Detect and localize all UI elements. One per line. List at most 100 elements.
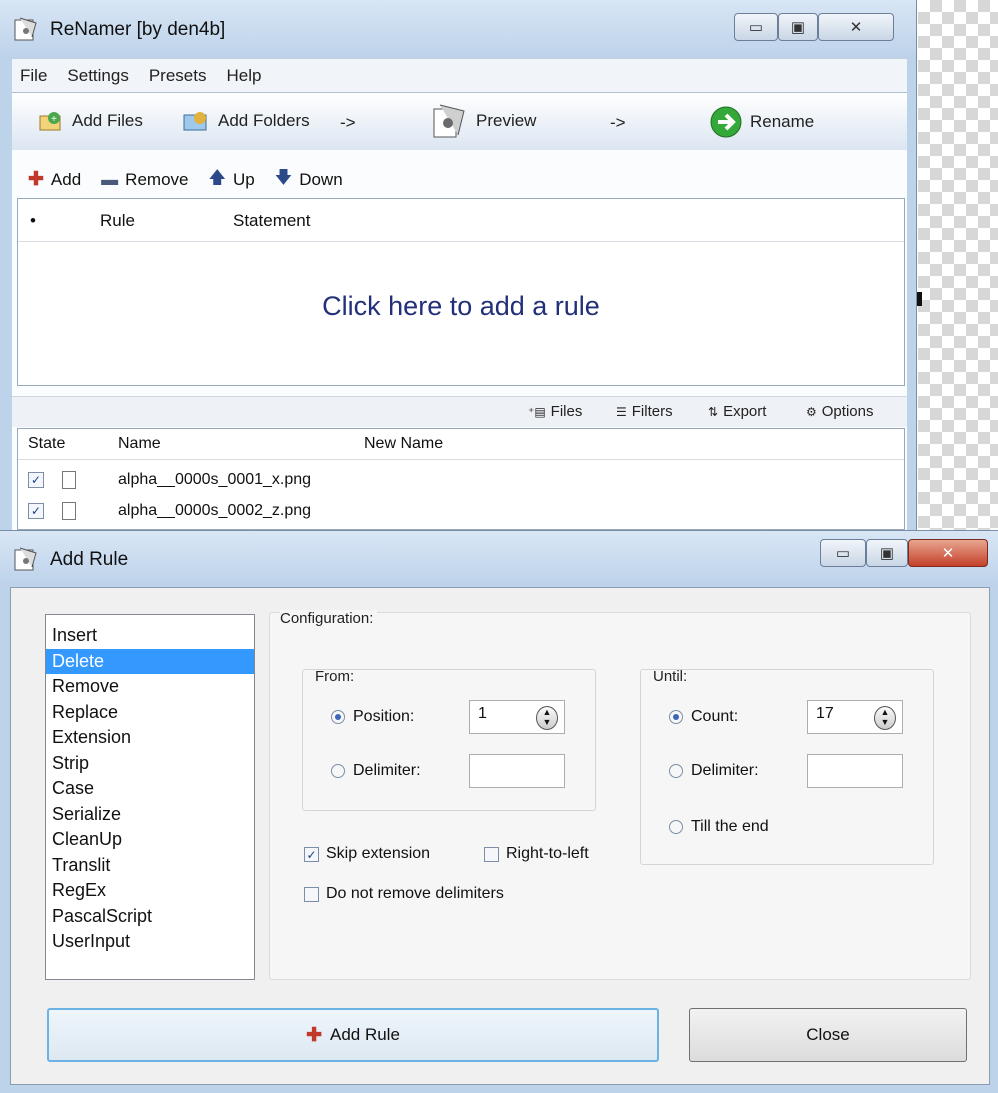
until-delimiter-label: Delimiter: — [691, 762, 759, 779]
file-checkbox[interactable]: ✓ — [28, 472, 44, 488]
main-window-title: ReNamer [by den4b] — [50, 19, 226, 40]
until-delimiter-input[interactable] — [807, 754, 903, 788]
rules-col-statement[interactable]: Statement — [233, 211, 311, 231]
file-icon — [62, 502, 76, 520]
rule-option-pascalscript[interactable]: PascalScript — [46, 904, 254, 930]
files-col-name[interactable]: Name — [118, 435, 161, 453]
close-window-button[interactable]: ✕ — [818, 13, 894, 41]
files-tab[interactable]: ⁺▤ Files — [528, 403, 582, 420]
menu-file[interactable]: File — [12, 66, 59, 86]
files-table: State Name New Name ✓ alpha__0000s_0001_… — [17, 428, 905, 530]
dialog-minimize-button[interactable]: ▭ — [820, 539, 866, 567]
remove-rule-link-label: Remove — [125, 169, 189, 189]
rule-toolbar: ✚ Add ▬ Remove 🡅 Up 🡇 Down — [28, 165, 343, 194]
menu-help[interactable]: Help — [218, 66, 273, 86]
rule-option-replace[interactable]: Replace — [46, 700, 254, 726]
add-folders-label: Add Folders — [218, 111, 310, 130]
rule-option-remove[interactable]: Remove — [46, 674, 254, 700]
preview-icon — [433, 104, 465, 138]
arrow-up-icon: 🡅 — [208, 168, 226, 187]
rule-option-serialize[interactable]: Serialize — [46, 802, 254, 828]
files-icon: ⁺▤ — [528, 404, 546, 419]
minimize-button[interactable]: ▭ — [734, 13, 778, 41]
count-radio-label: Count: — [691, 708, 739, 725]
do-not-remove-delimiters-checkbox[interactable]: Do not remove delimiters — [304, 885, 504, 903]
count-input[interactable]: 17 ▲ ▼ — [807, 700, 903, 734]
click-to-add-rule[interactable]: Click here to add a rule — [18, 291, 904, 322]
till-the-end-label: Till the end — [691, 818, 769, 835]
right-to-left-checkbox[interactable]: Right-to-left — [484, 845, 589, 863]
do-not-remove-delimiters-label: Do not remove delimiters — [326, 885, 504, 902]
main-titlebar: ReNamer [by den4b] ▭ ▣ ✕ — [0, 0, 916, 58]
count-radio[interactable]: Count: — [669, 708, 738, 726]
move-down-link[interactable]: 🡇 Down — [275, 165, 343, 194]
rule-option-case[interactable]: Case — [46, 776, 254, 802]
files-col-state[interactable]: State — [28, 435, 65, 453]
rules-table-header: • Rule Statement — [18, 199, 904, 242]
until-label: Until: — [653, 668, 688, 685]
filters-tab[interactable]: ☰ Filters — [616, 403, 673, 420]
dialog-close-x-button[interactable]: ✕ — [908, 539, 988, 567]
add-rule-link-label: Add — [50, 169, 82, 189]
move-up-link[interactable]: 🡅 Up — [208, 165, 254, 194]
file-row[interactable]: ✓ alpha__0000s_0002_z.png — [18, 500, 904, 526]
rule-option-strip[interactable]: Strip — [46, 751, 254, 777]
close-button[interactable]: Close — [689, 1008, 967, 1062]
checkbox-unchecked-icon — [484, 846, 499, 862]
rule-option-translit[interactable]: Translit — [46, 853, 254, 879]
file-checkbox[interactable]: ✓ — [28, 503, 44, 519]
plus-icon: ✚ — [28, 169, 44, 190]
dialog-title: Add Rule — [50, 549, 129, 570]
position-radio[interactable]: Position: — [331, 708, 414, 726]
until-delimiter-radio[interactable]: Delimiter: — [669, 762, 759, 780]
dialog-maximize-button[interactable]: ▣ — [866, 539, 908, 567]
files-col-new-name[interactable]: New Name — [364, 435, 443, 453]
add-files-button[interactable]: + Add Files — [38, 109, 143, 133]
rule-option-delete[interactable]: Delete — [46, 648, 254, 674]
rename-button[interactable]: Rename — [710, 106, 814, 138]
filters-icon: ☰ — [616, 404, 627, 419]
preview-button[interactable]: Preview — [430, 101, 536, 141]
file-row[interactable]: ✓ alpha__0000s_0001_x.png — [18, 469, 904, 495]
position-input[interactable]: 1 ▲ ▼ — [469, 700, 565, 734]
maximize-button[interactable]: ▣ — [778, 13, 818, 41]
rule-option-regex[interactable]: RegEx — [46, 878, 254, 904]
rule-option-insert[interactable]: Insert — [46, 623, 254, 649]
rule-option-userinput[interactable]: UserInput — [46, 929, 254, 955]
dialog-body: Insert Delete Remove Replace Extension S… — [10, 587, 990, 1085]
count-spinner-icon[interactable]: ▲ ▼ — [874, 706, 896, 730]
renamer-dialog-icon — [14, 547, 37, 571]
file-name: alpha__0000s_0002_z.png — [118, 502, 312, 519]
radio-unselected-icon — [669, 820, 683, 834]
rules-col-bullet[interactable]: • — [30, 211, 36, 231]
close-icon: ✕ — [849, 19, 863, 36]
add-rule-button[interactable]: ✚ Add Rule — [47, 1008, 659, 1062]
remove-rule-link[interactable]: ▬ Remove — [101, 165, 188, 194]
move-up-link-label: Up — [232, 169, 255, 189]
rules-col-rule[interactable]: Rule — [100, 211, 135, 231]
filters-tab-label: Filters — [631, 403, 673, 420]
main-toolbar: + Add Files Add Folders -> Preview -> Re… — [12, 92, 907, 152]
menu-presets[interactable]: Presets — [141, 66, 219, 86]
skip-extension-checkbox[interactable]: ✓ Skip extension — [304, 845, 430, 863]
till-the-end-radio[interactable]: Till the end — [669, 818, 769, 836]
add-rule-link[interactable]: ✚ Add — [28, 165, 81, 194]
move-down-link-label: Down — [299, 169, 343, 189]
position-spinner-icon[interactable]: ▲ ▼ — [536, 706, 558, 730]
options-tab[interactable]: ⚙ Options — [806, 403, 873, 420]
rule-option-cleanup[interactable]: CleanUp — [46, 827, 254, 853]
export-tab[interactable]: ⇅ Export — [708, 403, 766, 420]
from-delimiter-radio[interactable]: Delimiter: — [331, 762, 421, 780]
add-folders-button[interactable]: Add Folders — [182, 109, 310, 133]
files-table-header: State Name New Name — [18, 429, 904, 460]
menu-settings[interactable]: Settings — [59, 66, 140, 86]
toolbar-arrow-2: -> — [610, 113, 626, 132]
radio-selected-icon — [669, 710, 683, 724]
rule-option-extension[interactable]: Extension — [46, 725, 254, 751]
rule-type-list[interactable]: Insert Delete Remove Replace Extension S… — [45, 614, 255, 980]
radio-unselected-icon — [669, 764, 683, 778]
maximize-icon: ▣ — [790, 19, 806, 36]
from-delimiter-input[interactable] — [469, 754, 565, 788]
file-icon — [62, 471, 76, 489]
position-value: 1 — [478, 705, 487, 722]
